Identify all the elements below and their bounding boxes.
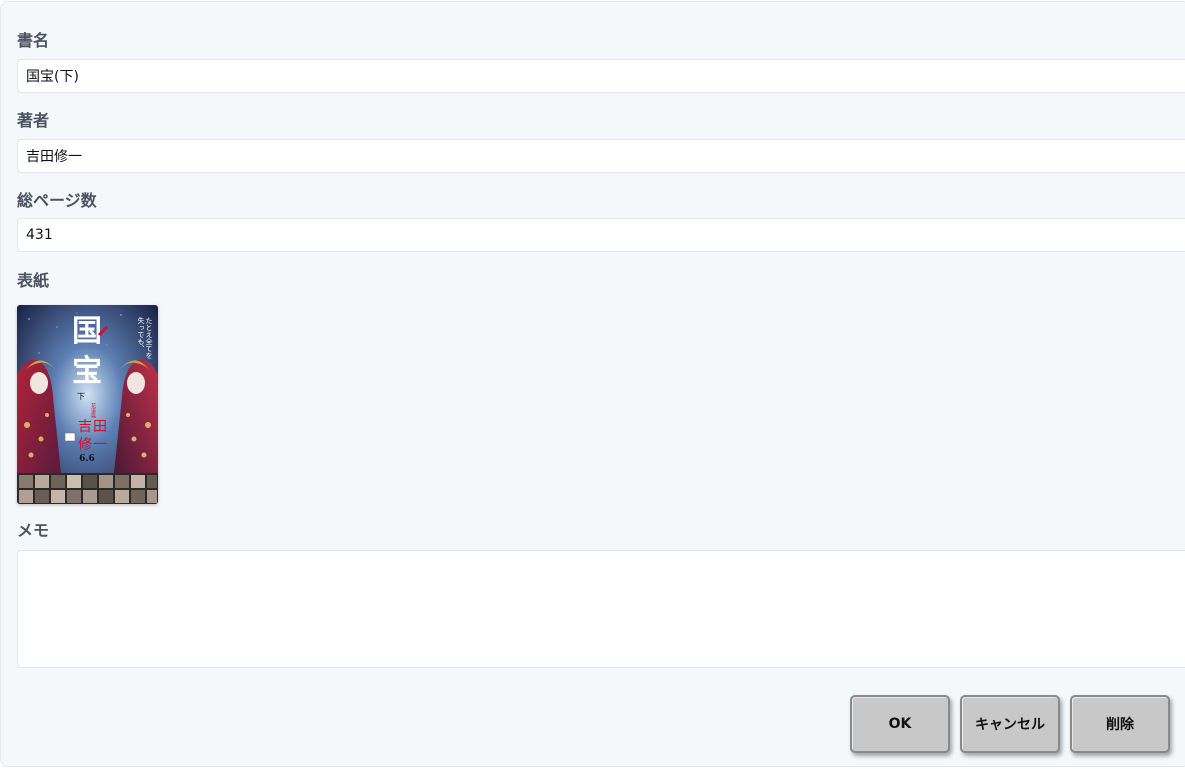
cover-author-char-2: 田	[93, 419, 107, 435]
cover-tagline-2: 失っても、	[137, 316, 145, 352]
delete-button[interactable]: 削除	[1070, 695, 1170, 753]
ok-button[interactable]: OK	[850, 695, 950, 753]
pages-label: 総ページ数	[17, 191, 97, 210]
cover-title-char-2: 宝	[72, 354, 102, 389]
author-label: 著者	[17, 111, 50, 130]
pages-input[interactable]	[17, 218, 1185, 252]
cover-author-char-1: 吉	[78, 419, 92, 435]
title-input[interactable]	[17, 59, 1185, 93]
cover-image[interactable]: 国 宝 たとえ全てを 失っても、 下 花道篇 吉 田 修 一 6.6	[17, 305, 158, 504]
title-label: 書名	[17, 31, 50, 50]
memo-textarea[interactable]	[17, 550, 1185, 668]
cover-author-char-4: 一	[93, 437, 107, 453]
cover-subtitle: 花道篇	[90, 402, 96, 419]
book-edit-panel: 書名 著者 総ページ数 表紙	[0, 1, 1185, 767]
author-input[interactable]	[17, 139, 1185, 173]
cover-title-char-1: 国	[72, 314, 102, 349]
cover-volume: 下	[77, 392, 85, 401]
memo-label: メモ	[17, 521, 50, 540]
cover-label: 表紙	[17, 271, 50, 290]
cover-tagline-1: たとえ全てを	[145, 317, 153, 359]
cancel-button[interactable]: キャンセル	[960, 695, 1060, 753]
cover-date: 6.6	[79, 454, 95, 464]
cover-author-char-3: 修	[78, 437, 92, 453]
cover-art: 国 宝 たとえ全てを 失っても、 下 花道篇 吉 田 修 一 6.6	[17, 305, 158, 504]
